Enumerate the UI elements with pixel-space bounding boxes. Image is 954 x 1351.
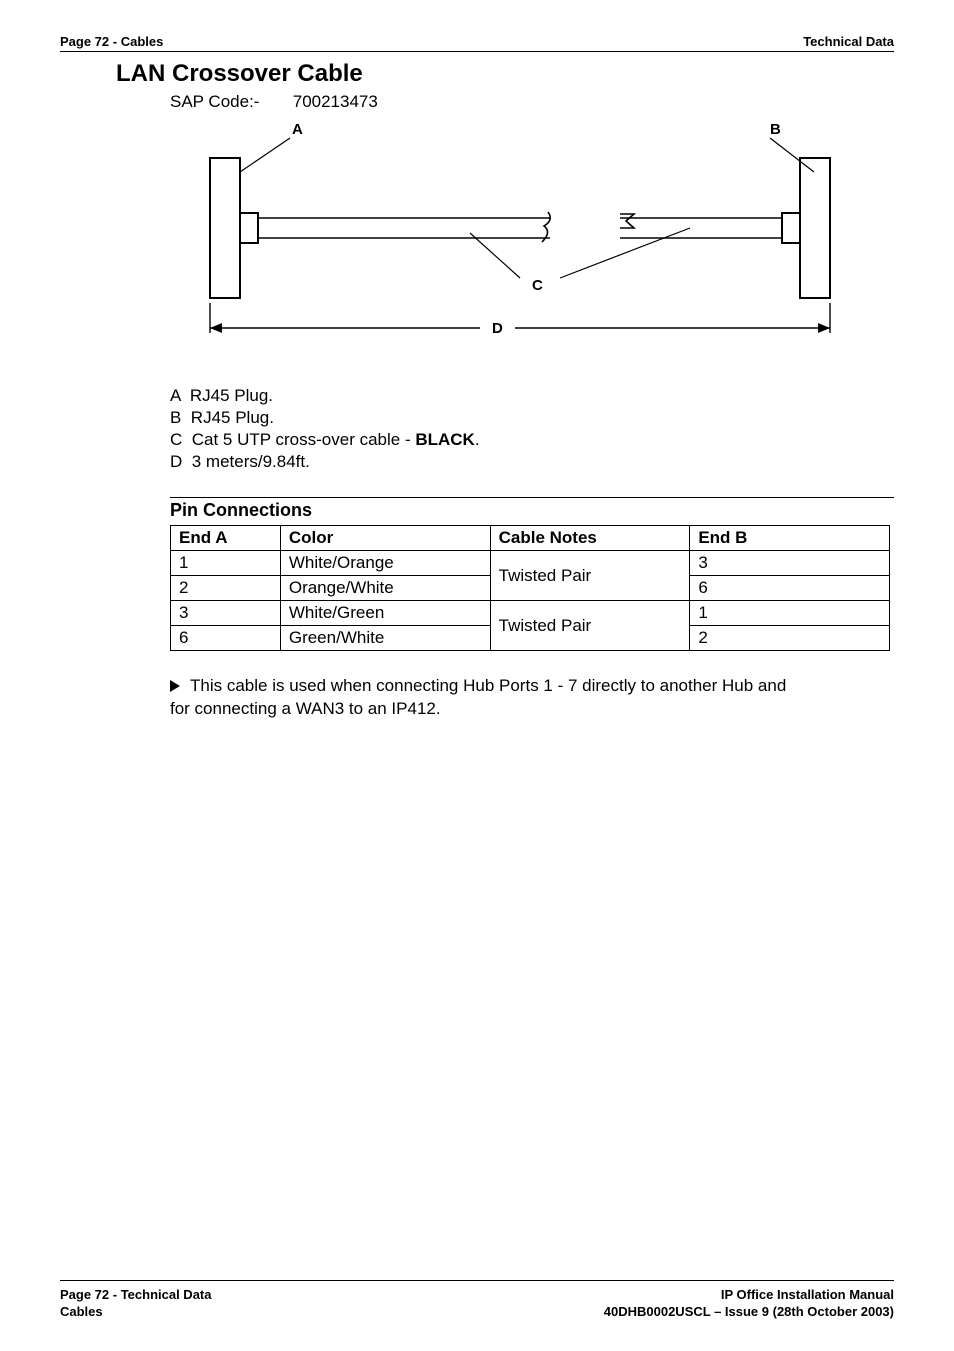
footer-left: Page 72 - Technical Data Cables — [60, 1287, 212, 1321]
page: Page 72 - Cables Technical Data LAN Cros… — [0, 0, 954, 1351]
legend-c-prefix: C — [170, 430, 192, 449]
diagram-legend: A RJ45 Plug. B RJ45 Plug. C Cat 5 UTP cr… — [170, 385, 894, 473]
legend-row-c: C Cat 5 UTP cross-over cable - BLACK. — [170, 429, 894, 451]
note-arrow-icon — [170, 680, 180, 692]
footer-right: IP Office Installation Manual 40DHB0002U… — [604, 1287, 894, 1321]
cell-end-a: 3 — [171, 601, 281, 626]
cell-color: Green/White — [280, 626, 490, 651]
cell-notes: Twisted Pair — [490, 601, 690, 651]
legend-row-a: A RJ45 Plug. — [170, 385, 894, 407]
legend-row-b: B RJ45 Plug. — [170, 407, 894, 429]
legend-d-text: 3 meters/9.84ft. — [192, 452, 310, 471]
cell-end-a: 2 — [171, 576, 281, 601]
page-header: Page 72 - Cables Technical Data — [60, 34, 894, 52]
legend-c-bold: BLACK — [415, 430, 475, 449]
usage-note: This cable is used when connecting Hub P… — [170, 675, 810, 721]
cell-end-b: 6 — [690, 576, 890, 601]
diagram-label-c: C — [532, 277, 543, 294]
footer-right-line2: 40DHB0002USCL – Issue 9 (28th October 20… — [604, 1304, 894, 1321]
break-mark-right — [620, 214, 634, 228]
cable-diagram: A B C D — [170, 118, 870, 358]
footer-right-line1: IP Office Installation Manual — [604, 1287, 894, 1304]
cell-color: White/Green — [280, 601, 490, 626]
legend-row-d: D 3 meters/9.84ft. — [170, 451, 894, 473]
legend-a-prefix: A — [170, 386, 190, 405]
plug-b-jack — [782, 213, 800, 243]
plug-a-body — [210, 158, 240, 298]
diagram-label-a: A — [292, 121, 303, 138]
footer-left-line1: Page 72 - Technical Data — [60, 1287, 212, 1304]
pin-connections-title: Pin Connections — [170, 497, 894, 521]
page-footer: Page 72 - Technical Data Cables IP Offic… — [60, 1280, 894, 1321]
page-title: LAN Crossover Cable — [116, 60, 894, 88]
cell-end-b: 1 — [690, 601, 890, 626]
leader-a — [240, 138, 290, 172]
diagram-label-b: B — [770, 121, 781, 138]
table-row: 1 White/Orange Twisted Pair 3 — [171, 551, 890, 576]
legend-d-prefix: D — [170, 452, 192, 471]
th-color: Color — [280, 526, 490, 551]
cell-end-b: 3 — [690, 551, 890, 576]
usage-note-text: This cable is used when connecting Hub P… — [170, 676, 786, 718]
sap-code-value: 700213473 — [293, 92, 378, 111]
th-end-b: End B — [690, 526, 890, 551]
header-right: Technical Data — [803, 34, 894, 49]
cell-end-a: 6 — [171, 626, 281, 651]
dim-d-arrow-r — [818, 323, 830, 333]
table-row: 3 White/Green Twisted Pair 1 — [171, 601, 890, 626]
cell-end-b: 2 — [690, 626, 890, 651]
legend-c-pre: Cat 5 UTP cross-over cable - — [192, 430, 416, 449]
th-end-a: End A — [171, 526, 281, 551]
leader-c2 — [560, 228, 690, 278]
legend-b-text: RJ45 Plug. — [191, 408, 274, 427]
th-cable-notes: Cable Notes — [490, 526, 690, 551]
leader-c1 — [470, 233, 520, 278]
legend-b-prefix: B — [170, 408, 191, 427]
cell-end-a: 1 — [171, 551, 281, 576]
sap-code-label: SAP Code:- — [170, 92, 270, 112]
dim-d-arrow-l — [210, 323, 222, 333]
cell-color: Orange/White — [280, 576, 490, 601]
leader-b — [770, 138, 814, 172]
footer-left-line2: Cables — [60, 1304, 212, 1321]
table-header-row: End A Color Cable Notes End B — [171, 526, 890, 551]
plug-a-jack — [240, 213, 258, 243]
sap-code-line: SAP Code:- 700213473 — [170, 92, 894, 112]
legend-a-text: RJ45 Plug. — [190, 386, 273, 405]
pin-connections-table: End A Color Cable Notes End B 1 White/Or… — [170, 525, 890, 651]
legend-c-post: . — [475, 430, 480, 449]
diagram-label-d: D — [492, 320, 503, 337]
plug-b-body — [800, 158, 830, 298]
cell-color: White/Orange — [280, 551, 490, 576]
header-left: Page 72 - Cables — [60, 34, 163, 49]
cell-notes: Twisted Pair — [490, 551, 690, 601]
